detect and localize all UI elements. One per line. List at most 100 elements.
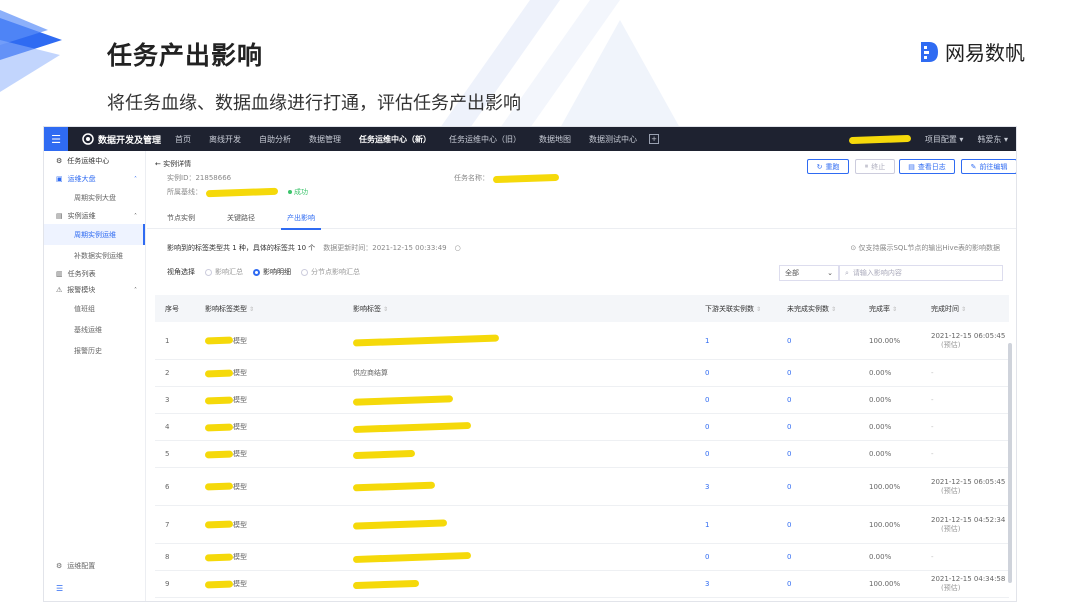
chevron-up-icon: ˄ <box>134 175 137 183</box>
stop-button[interactable]: ⏸ 终止 <box>855 159 895 174</box>
rerun-button[interactable]: ↻ 重跑 <box>807 159 849 174</box>
chevron-up-icon: ˄ <box>134 212 137 220</box>
row-label <box>343 579 695 589</box>
col-label[interactable]: 影响标签 ⇕ <box>343 304 695 314</box>
row-rate: 0.00% <box>869 396 892 404</box>
row-downstream: 0 <box>705 396 710 404</box>
redacted-type <box>204 482 234 491</box>
sort-icon: ⇕ <box>961 305 967 313</box>
table-row: 7 模型 1 0 100.00% 2021-12-15 04:52:34 (预估) <box>155 506 1009 544</box>
nav-ops-center-old[interactable]: 任务运维中心（旧） <box>449 134 521 145</box>
redacted-label <box>352 481 436 492</box>
col-type[interactable]: 影响标签类型 ⇕ <box>195 304 343 314</box>
row-time: - <box>921 369 1009 377</box>
row-type: 模型 <box>195 579 343 589</box>
nav-ops-center-new[interactable]: 任务运维中心（新） <box>359 134 431 145</box>
sidebar-group-alarm[interactable]: ⚠ 报警模块 ˄ <box>44 282 145 298</box>
sidebar-item-duty-group[interactable]: 值班组 <box>44 298 145 319</box>
tab-critical-path[interactable]: 关键路径 <box>227 207 255 229</box>
sidebar-item-cycle-instance-ops[interactable]: 周期实例运维 <box>44 224 145 245</box>
baseline-label: 所属基线： <box>167 188 202 196</box>
menu-icon[interactable]: ☰ <box>44 127 68 151</box>
nav-data-test[interactable]: 数据测试中心 <box>589 134 637 145</box>
stop-label: 终止 <box>871 162 886 171</box>
row-time-note: (预估) <box>941 524 961 533</box>
row-type-text: 模型 <box>233 553 247 561</box>
sort-icon: ⇕ <box>249 305 255 313</box>
row-type-text: 模型 <box>233 482 247 491</box>
redacted-label <box>352 579 420 589</box>
refresh-circle-icon[interactable]: ○ <box>455 244 461 252</box>
filter-select[interactable]: 全部 ⌄ <box>779 265 839 281</box>
table-row: 1 模型 1 0 100.00% 2021-12-15 06:05:45 (预估) <box>155 322 1009 360</box>
instance-id-value: 21858666 <box>195 174 232 182</box>
go-edit-button[interactable]: ✎ 前往编辑 <box>961 159 1016 174</box>
view-selector: 视角选择 影响汇总 影响明细 分节点影响汇总 <box>167 267 360 277</box>
nav-data-map[interactable]: 数据地图 <box>539 134 571 145</box>
sidebar-item-baseline-ops[interactable]: 基线运维 <box>44 319 145 340</box>
row-rate: 100.00% <box>869 520 901 529</box>
scrollbar[interactable] <box>1008 343 1012 583</box>
sidebar-item-alarm-history[interactable]: 报警历史 <box>44 340 145 361</box>
app-name: 数据开发及管理 <box>98 135 162 146</box>
project-config-menu[interactable]: 项目配置 ▾ <box>925 134 964 145</box>
row-type: 模型 <box>195 395 343 405</box>
row-no: 3 <box>165 396 170 404</box>
view-log-button[interactable]: ▤ 查看日志 <box>899 159 955 174</box>
collapse-sidebar-icon[interactable]: ☰ <box>56 584 63 593</box>
update-time: 数据更新时间：2021-12-15 00:33:49 <box>323 244 447 252</box>
nav-data-management[interactable]: 数据管理 <box>309 134 341 145</box>
redacted-type <box>204 423 234 431</box>
col-downstream[interactable]: 下游关联实例数 ⇕ <box>695 304 777 314</box>
search-input[interactable]: ⌕ 请输入影响内容 <box>839 265 1003 281</box>
sidebar-group-instance-ops[interactable]: ▤ 实例运维 ˄ <box>44 208 145 224</box>
redacted-type <box>204 580 234 588</box>
radio-impact-detail[interactable]: 影响明细 <box>253 267 291 277</box>
go-edit-label: 前往编辑 <box>979 162 1008 171</box>
table-row: 8 模型 0 0 0.00% - <box>155 544 1009 571</box>
row-type-text: 模型 <box>233 336 247 345</box>
sidebar-item-cycle-dashboard[interactable]: 周期实例大盘 <box>44 187 145 208</box>
sidebar-item-backfill-ops[interactable]: 补数据实例运维 <box>44 245 145 266</box>
sort-icon: ⇕ <box>892 305 898 313</box>
row-time-text: 2021-12-15 04:52:34 <box>931 515 1006 524</box>
ops-center-icon: ⚙ <box>56 157 63 165</box>
summary-text: 影响到的标签类型共 1 种，具体的标签共 10 个 <box>167 244 316 252</box>
nav-home[interactable]: 首页 <box>175 134 191 145</box>
radio-node-summary[interactable]: 分节点影响汇总 <box>301 267 360 277</box>
nav-offline-dev[interactable]: 离线开发 <box>209 134 241 145</box>
sidebar-group-task-list[interactable]: ▥ 任务列表 <box>44 266 145 282</box>
sidebar-head-label: 任务运维中心 <box>67 157 110 165</box>
table-row: 4 模型 0 0 0.00% - <box>155 414 1009 441</box>
row-undone: 0 <box>787 580 792 588</box>
row-type-text: 模型 <box>233 450 247 458</box>
add-tab-icon[interactable]: + <box>649 134 660 144</box>
back-link[interactable]: ← 实例详情 <box>155 159 191 169</box>
tab-output-impact[interactable]: 产出影响 <box>281 207 321 230</box>
col-undone[interactable]: 未完成实例数 ⇕ <box>777 304 859 314</box>
row-time: 2021-12-15 04:52:34 (预估) <box>921 516 1009 534</box>
tab-node-instance[interactable]: 节点实例 <box>167 207 195 229</box>
col-time[interactable]: 完成时间 ⇕ <box>921 304 1009 314</box>
app-logo[interactable]: 数据开发及管理 <box>82 133 161 146</box>
row-type: 模型 <box>195 336 343 346</box>
table-row: 2 模型 供应商结算 0 0 0.00% - <box>155 360 1009 387</box>
sidebar-ops-config[interactable]: ⚙ 运维配置 <box>56 561 95 571</box>
row-no: 5 <box>165 450 170 458</box>
row-label-text: 供应商结算 <box>353 369 388 377</box>
brand-logo: 网易数帆 <box>918 37 1025 66</box>
nav-self-analysis[interactable]: 自助分析 <box>259 134 291 145</box>
row-time: - <box>921 553 1009 561</box>
radio-impact-summary[interactable]: 影响汇总 <box>205 267 243 277</box>
sidebar-group-dashboard[interactable]: ▣ 运维大盘 ˄ <box>44 171 145 187</box>
app-window: ☰ 数据开发及管理 首页 离线开发 自助分析 数据管理 任务运维中心（新） 任务… <box>43 126 1017 602</box>
row-type-text: 模型 <box>233 396 247 404</box>
user-menu[interactable]: 韩爱东 ▾ <box>977 134 1008 145</box>
success-dot-icon <box>288 190 292 194</box>
radio-circle-icon <box>301 268 308 276</box>
redacted-task-name <box>492 173 560 183</box>
chevron-down-icon: ⌄ <box>827 269 833 277</box>
redacted-label <box>352 551 472 563</box>
col-rate[interactable]: 完成率 ⇕ <box>859 304 921 314</box>
back-label: 实例详情 <box>163 160 192 168</box>
